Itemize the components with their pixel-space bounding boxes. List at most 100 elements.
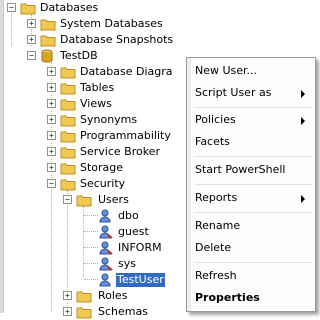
tree-node-schemas[interactable]: + Schemas <box>0 304 186 320</box>
menu-item-script-user-as[interactable]: Script User as <box>195 83 311 103</box>
expand-toggle[interactable]: + <box>63 291 72 300</box>
folder-icon <box>20 3 36 15</box>
tree-label: Users <box>98 193 129 206</box>
menu-gutter <box>187 58 191 311</box>
menu-item-properties[interactable]: Properties <box>195 288 311 308</box>
menu-separator <box>195 212 313 213</box>
tree-node-tables[interactable]: + Tables <box>0 80 186 96</box>
menu-item-reports[interactable]: Reports <box>195 188 311 208</box>
tree-node-database-diagrams[interactable]: + Database Diagra <box>0 64 186 80</box>
submenu-arrow-icon <box>301 195 305 203</box>
tree-node-users[interactable]: − Users <box>0 192 186 208</box>
tree-node-user-information-schema[interactable]: INFORM <box>0 240 186 256</box>
tree-node-programmability[interactable]: + Programmability <box>0 128 186 144</box>
user-icon <box>99 225 113 239</box>
menu-item-policies[interactable]: Policies <box>195 110 311 130</box>
tree-node-database-snapshots[interactable]: + Database Snapshots <box>0 32 186 48</box>
tree-node-security[interactable]: − Security <box>0 176 186 192</box>
tree-label: Schemas <box>98 305 148 318</box>
menu-item-label: New User... <box>195 64 258 77</box>
tree-node-system-databases[interactable]: + System Databases <box>0 16 186 32</box>
menu-separator <box>195 262 313 263</box>
folder-icon <box>60 131 76 143</box>
menu-item-label: Facets <box>195 135 230 148</box>
expand-toggle[interactable]: + <box>27 35 36 44</box>
tree-label-selected: TestUser <box>115 272 166 288</box>
tree-label: Database Diagra <box>80 65 173 78</box>
expand-toggle[interactable]: + <box>47 99 56 108</box>
tree-label: Storage <box>80 161 124 174</box>
expand-toggle[interactable]: + <box>47 131 56 140</box>
tree-label: Programmability <box>80 129 171 142</box>
menu-item-label: Reports <box>195 191 238 204</box>
menu-separator <box>195 156 313 157</box>
user-icon <box>99 257 113 271</box>
folder-icon <box>60 147 76 159</box>
expand-toggle[interactable]: + <box>47 147 56 156</box>
menu-separator <box>195 107 313 108</box>
tree-label: TestDB <box>60 49 98 62</box>
menu-item-label: Rename <box>195 219 241 232</box>
folder-icon <box>76 195 92 207</box>
collapse-toggle[interactable]: − <box>63 195 72 204</box>
menu-item-refresh[interactable]: Refresh <box>195 266 311 286</box>
tree-label: dbo <box>118 209 139 222</box>
expand-toggle[interactable]: + <box>47 67 56 76</box>
tree-node-testdb[interactable]: − TestDB <box>0 48 186 64</box>
folder-icon <box>76 307 92 319</box>
tree-node-views[interactable]: + Views <box>0 96 186 112</box>
collapse-toggle[interactable]: − <box>27 51 36 60</box>
menu-item-facets[interactable]: Facets <box>195 132 311 152</box>
context-menu: New User... Script User as Policies Face… <box>186 57 316 312</box>
user-icon <box>99 209 111 223</box>
tree-label: sys <box>118 257 136 270</box>
menu-item-rename[interactable]: Rename <box>195 216 311 236</box>
submenu-arrow-icon <box>301 117 305 125</box>
menu-separator <box>195 184 313 185</box>
tree-node-synonyms[interactable]: + Synonyms <box>0 112 186 128</box>
expand-toggle[interactable]: + <box>47 115 56 124</box>
tree-label: guest <box>118 225 149 238</box>
expand-toggle[interactable]: + <box>47 83 56 92</box>
collapse-toggle[interactable]: − <box>7 3 16 12</box>
tree-node-user-dbo[interactable]: dbo <box>0 208 186 224</box>
folder-icon <box>40 19 56 31</box>
menu-item-new-user[interactable]: New User... <box>195 61 311 81</box>
tree-node-user-guest[interactable]: guest <box>0 224 186 240</box>
tree-label: Synonyms <box>80 113 138 126</box>
tree-node-user-testuser[interactable]: TestUser <box>0 272 186 288</box>
user-icon <box>99 241 113 255</box>
tree-label: Views <box>80 97 112 110</box>
menu-item-label: Start PowerShell <box>195 163 286 176</box>
tree-label: INFORM <box>118 241 162 254</box>
menu-item-start-powershell[interactable]: Start PowerShell <box>195 160 311 180</box>
menu-item-label: Script User as <box>195 86 272 99</box>
menu-item-label: Properties <box>195 291 260 304</box>
menu-item-label: Delete <box>195 241 232 254</box>
folder-icon <box>60 67 76 79</box>
menu-item-label: Refresh <box>195 269 237 282</box>
expand-toggle[interactable]: + <box>63 307 72 316</box>
folder-icon <box>60 115 76 127</box>
folder-icon <box>40 35 56 47</box>
tree-node-databases[interactable]: − Databases <box>0 0 186 16</box>
user-icon <box>99 273 111 287</box>
tree-label: Roles <box>98 289 128 302</box>
folder-icon <box>60 99 76 111</box>
menu-item-label: Policies <box>195 113 236 126</box>
tree-node-user-sys[interactable]: sys <box>0 256 186 272</box>
tree-label: Service Broker <box>80 145 160 158</box>
expand-toggle[interactable]: + <box>27 19 36 28</box>
tree-node-service-broker[interactable]: + Service Broker <box>0 144 186 160</box>
collapse-toggle[interactable]: − <box>47 179 56 188</box>
database-icon <box>41 49 53 63</box>
tree-label: Database Snapshots <box>60 33 174 46</box>
submenu-arrow-icon <box>301 90 305 98</box>
tree-label: Tables <box>80 81 115 94</box>
expand-toggle[interactable]: + <box>47 163 56 172</box>
folder-icon <box>76 291 92 303</box>
folder-icon <box>60 163 76 175</box>
tree-node-storage[interactable]: + Storage <box>0 160 186 176</box>
menu-item-delete[interactable]: Delete <box>195 238 311 258</box>
tree-node-roles[interactable]: + Roles <box>0 288 186 304</box>
